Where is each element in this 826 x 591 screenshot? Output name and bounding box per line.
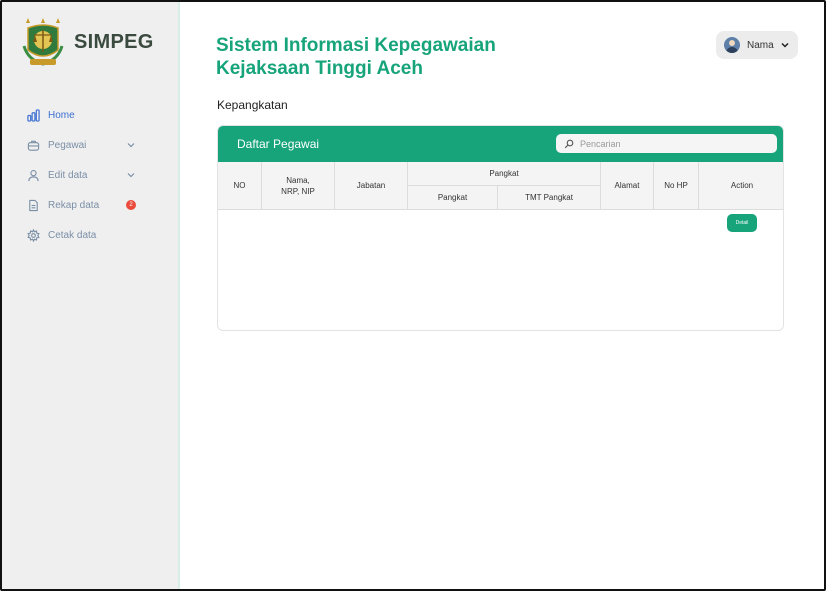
- gear-icon: [26, 228, 40, 242]
- user-icon: [26, 168, 40, 182]
- col-header-action: Action: [699, 162, 783, 210]
- col-header-nama-line2: NRP, NIP: [281, 186, 315, 196]
- chevron-down-icon: [127, 143, 135, 148]
- sidebar-item-label: Cetak data: [48, 229, 97, 241]
- col-header-pangkat-group: Pangkat: [408, 162, 601, 186]
- sidebar-item-home[interactable]: Home: [26, 100, 142, 130]
- avatar: [724, 37, 740, 53]
- sidebar: SIMPEG Home Pegawai Edit data Rekap data…: [2, 2, 180, 589]
- notification-badge: 2: [126, 200, 136, 210]
- col-header-no-hp: No HP: [654, 162, 699, 210]
- search-box: [556, 134, 777, 153]
- table-header: NO Nama, NRP, NIP Jabatan Pangkat Pangka…: [218, 162, 783, 210]
- col-header-pangkat: Pangkat: [408, 186, 498, 210]
- sidebar-item-pegawai[interactable]: Pegawai: [26, 130, 142, 160]
- app-window: SIMPEG Home Pegawai Edit data Rekap data…: [0, 0, 826, 591]
- chevron-down-icon: [127, 173, 135, 178]
- bar-chart-icon: [26, 108, 40, 122]
- sidebar-nav: Home Pegawai Edit data Rekap data 2 Ceta…: [26, 100, 142, 250]
- detail-button[interactable]: Detail: [727, 214, 757, 232]
- sidebar-item-edit-data[interactable]: Edit data: [26, 160, 142, 190]
- chevron-down-icon: [781, 42, 789, 48]
- sidebar-item-label: Edit data: [48, 169, 88, 181]
- col-header-tmt-pangkat: TMT Pangkat: [498, 186, 601, 210]
- kejaksaan-emblem-icon: [22, 18, 64, 66]
- user-menu-button[interactable]: Nama: [716, 31, 798, 59]
- search-icon: [564, 139, 574, 148]
- sidebar-item-label: Home: [48, 109, 75, 121]
- brand: SIMPEG: [20, 16, 154, 68]
- sidebar-item-cetak-data[interactable]: Cetak data: [26, 220, 142, 250]
- employee-list-card: Daftar Pegawai NO Nama, NRP, NIP Jabatan…: [217, 125, 784, 331]
- document-icon: [26, 198, 40, 212]
- col-header-nama-line1: Nama,: [286, 175, 310, 185]
- card-header: Daftar Pegawai: [218, 126, 783, 162]
- user-name: Nama: [747, 39, 774, 51]
- col-header-nama: Nama, NRP, NIP: [262, 162, 335, 210]
- briefcase-icon: [26, 138, 40, 152]
- col-header-no: NO: [218, 162, 262, 210]
- col-header-alamat: Alamat: [601, 162, 654, 210]
- page-title: Sistem Informasi Kepegawaian Kejaksaan T…: [216, 34, 496, 80]
- col-header-jabatan: Jabatan: [335, 162, 408, 210]
- sidebar-item-rekap-data[interactable]: Rekap data 2: [26, 190, 142, 220]
- title-line-2: Kejaksaan Tinggi Aceh: [216, 58, 423, 79]
- search-input[interactable]: [580, 138, 770, 149]
- section-heading: Kepangkatan: [217, 98, 288, 112]
- sidebar-item-label: Rekap data: [48, 199, 100, 211]
- card-title: Daftar Pegawai: [237, 137, 320, 151]
- brand-name: SIMPEG: [74, 30, 154, 53]
- title-line-1: Sistem Informasi Kepegawaian: [216, 35, 496, 56]
- sidebar-item-label: Pegawai: [48, 139, 87, 151]
